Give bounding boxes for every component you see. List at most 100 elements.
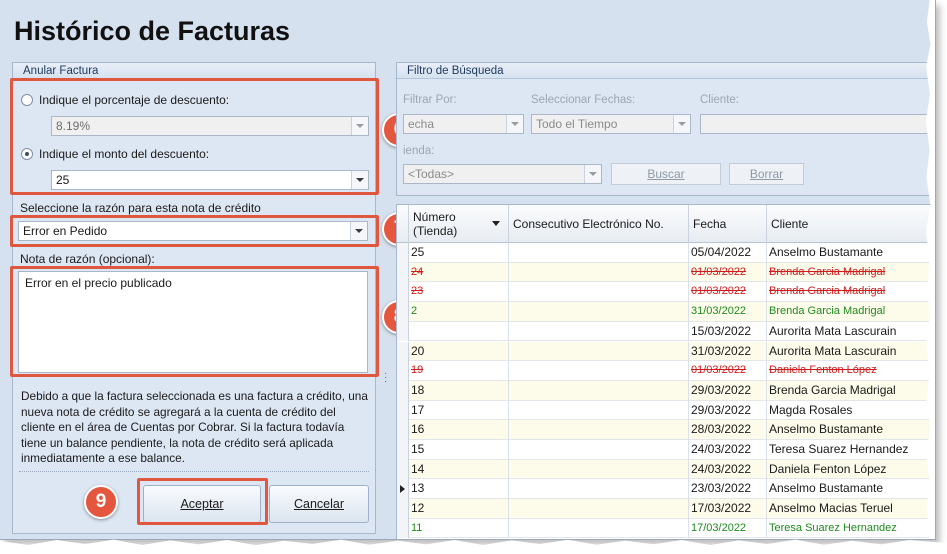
filter-by-label: Filtrar Por: — [403, 94, 457, 106]
note-label: Nota de razón (opcional): — [20, 252, 155, 266]
row-selector[interactable] — [397, 302, 409, 322]
row-selector[interactable] — [397, 282, 409, 303]
table-row[interactable]: 24 01/03/2022 Brenda Garcia Madrigal — [397, 262, 935, 283]
page-title: Histórico de Facturas — [14, 16, 291, 46]
table-row[interactable]: 19 01/03/2022 Daniela Fenton López — [397, 361, 935, 381]
table-cell-date: 17/03/2022 — [689, 499, 767, 519]
dates-label: Seleccionar Fechas: — [531, 94, 636, 106]
table-cell-date: 28/03/2022 — [689, 420, 767, 440]
row-selector[interactable] — [397, 321, 409, 342]
table-row[interactable]: 15/03/2022 Aurorita Mata Lascurain — [397, 321, 935, 342]
row-selector[interactable] — [397, 420, 409, 440]
table-row[interactable]: 17 29/03/2022 Magda Rosales — [397, 400, 935, 421]
store-select[interactable]: <Todas> — [403, 164, 602, 184]
client-label: Cliente: — [700, 94, 739, 106]
table-cell-cons — [509, 400, 689, 421]
sort-arrow-icon[interactable] — [492, 221, 500, 226]
row-selector[interactable] — [397, 361, 409, 381]
table-row[interactable]: 15 24/03/2022 Teresa Suarez Hernandez — [397, 440, 935, 460]
table-cell-client: Anselmo Bustamante — [767, 479, 935, 499]
table-cell-cons — [509, 321, 689, 342]
table-row[interactable]: 16 28/03/2022 Anselmo Bustamante — [397, 420, 935, 440]
clear-button[interactable]: Borrar — [729, 163, 804, 185]
column-header-date[interactable]: Fecha — [689, 205, 767, 243]
table-cell-date: 05/04/2022 — [689, 243, 767, 263]
row-selector[interactable] — [397, 400, 409, 421]
table-cell-client: Aurorita Mata Lascurain — [767, 322, 935, 342]
table-row[interactable]: 13 23/03/2022 Anselmo Bustamante — [397, 479, 935, 500]
table-cell-cons — [509, 499, 689, 519]
table-cell-num: 17 — [409, 400, 509, 421]
table-cell-num: 18 — [409, 380, 509, 401]
row-selector[interactable] — [397, 262, 409, 283]
table-cell-client: Daniela Fenton López — [767, 460, 935, 480]
store-value: <Todas> — [408, 167, 455, 181]
filter-by-select[interactable]: echa — [403, 114, 524, 134]
table-row[interactable]: 14 24/03/2022 Daniela Fenton López — [397, 459, 935, 480]
table-cell-client: Teresa Suarez Hernandez — [767, 519, 935, 539]
table-cell-date: 01/03/2022 — [689, 282, 767, 303]
column-header-client[interactable]: Cliente — [767, 205, 935, 243]
row-selector[interactable] — [397, 518, 409, 539]
row-selector[interactable] — [397, 440, 409, 460]
table-cell-date: 01/03/2022 — [689, 262, 767, 283]
table-cell-date: 29/03/2022 — [689, 380, 767, 401]
column-header-number-label: Número (Tienda) — [413, 210, 458, 238]
filter-by-value: echa — [408, 117, 435, 131]
table-row[interactable]: 23 01/03/2022 Brenda Garcia Madrigal — [397, 282, 935, 303]
dates-select[interactable]: Todo el Tiempo — [531, 114, 691, 134]
table-cell-client: Anselmo Bustamante — [767, 420, 935, 440]
table-cell-client: Brenda Garcia Madrigal — [767, 282, 935, 302]
callout-box-9 — [137, 478, 268, 525]
row-selector[interactable] — [397, 380, 409, 401]
table-row[interactable]: 20 31/03/2022 Aurorita Mata Lascurain — [397, 341, 935, 362]
row-selector[interactable] — [397, 479, 409, 500]
reason-label: Seleccione la razón para esta nota de cr… — [20, 201, 261, 215]
table-row[interactable]: 12 17/03/2022 Anselmo Macias Teruel — [397, 499, 935, 519]
invoice-history-window: Histórico de Facturas Anular Factura Ind… — [0, 0, 936, 540]
table-cell-date: 17/03/2022 — [689, 518, 767, 539]
dropdown-arrow-icon[interactable] — [584, 165, 601, 183]
row-selector[interactable] — [397, 341, 409, 362]
search-button[interactable]: Buscar — [611, 163, 721, 185]
table-cell-num — [409, 321, 509, 342]
table-cell-date: 24/03/2022 — [689, 459, 767, 480]
invoice-grid: Número (Tienda) Consecutivo Electrónico … — [396, 204, 935, 539]
client-input[interactable] — [700, 114, 935, 134]
table-cell-cons — [509, 459, 689, 480]
table-row[interactable]: 25 05/04/2022 Anselmo Bustamante — [397, 243, 935, 263]
dropdown-arrow-icon[interactable] — [673, 115, 690, 133]
row-selector[interactable] — [397, 499, 409, 519]
table-cell-cons — [509, 518, 689, 539]
table-cell-num: 12 — [409, 499, 509, 519]
table-cell-cons — [509, 341, 689, 362]
table-row[interactable]: 2 31/03/2022 Brenda Garcia Madrigal — [397, 302, 935, 322]
table-cell-num: 25 — [409, 243, 509, 263]
search-filter-panel: Filtro de Búsqueda Filtrar Por: echa Sel… — [396, 62, 935, 196]
table-cell-cons — [509, 361, 689, 381]
table-cell-cons — [509, 380, 689, 401]
table-cell-client: Brenda Garcia Madrigal — [767, 302, 935, 322]
table-cell-num: 23 — [409, 282, 509, 303]
table-cell-num: 15 — [409, 440, 509, 460]
table-row[interactable]: 11 17/03/2022 Teresa Suarez Hernandez — [397, 518, 935, 539]
table-cell-date: 29/03/2022 — [689, 400, 767, 421]
table-cell-date: 15/03/2022 — [689, 321, 767, 342]
dropdown-arrow-icon[interactable] — [506, 115, 523, 133]
void-invoice-header: Anular Factura — [13, 63, 375, 79]
grid-header: Número (Tienda) Consecutivo Electrónico … — [397, 205, 935, 243]
table-cell-date: 01/03/2022 — [689, 361, 767, 381]
column-header-consecutive[interactable]: Consecutivo Electrónico No. — [509, 205, 689, 243]
cancel-button[interactable]: Cancelar — [269, 485, 369, 523]
table-cell-client: Aurorita Mata Lascurain — [767, 342, 935, 362]
table-row[interactable]: 18 29/03/2022 Brenda Garcia Madrigal — [397, 380, 935, 401]
table-cell-cons — [509, 282, 689, 303]
table-cell-cons — [509, 479, 689, 500]
row-selector[interactable] — [397, 243, 409, 263]
table-cell-client: Brenda Garcia Madrigal — [767, 381, 935, 401]
splitter-grip-icon[interactable]: · · · — [384, 369, 387, 387]
table-cell-num: 14 — [409, 459, 509, 480]
row-selector[interactable] — [397, 459, 409, 480]
callout-box-7 — [10, 215, 379, 247]
column-header-number[interactable]: Número (Tienda) — [409, 205, 509, 243]
